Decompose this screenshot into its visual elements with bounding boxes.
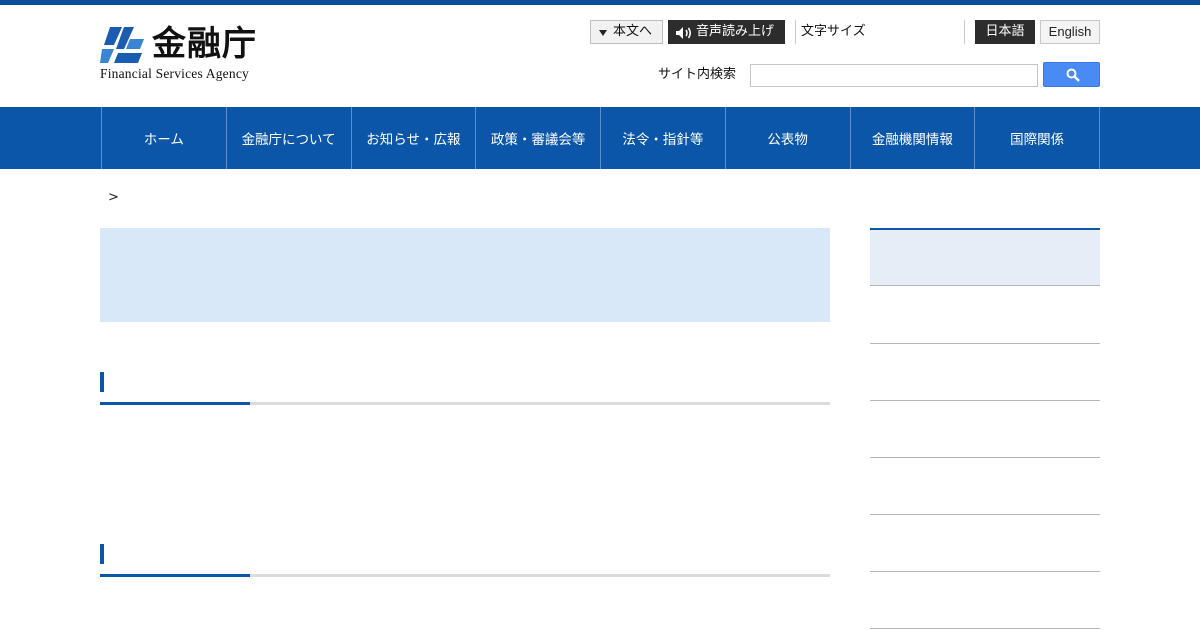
nav-item-publications[interactable]: 公表物 bbox=[726, 107, 851, 169]
triangle-down-icon bbox=[599, 30, 607, 36]
read-aloud-label: 音声読み上げ bbox=[696, 24, 775, 39]
section-heading-accent bbox=[100, 402, 250, 405]
sidebar-item-divider bbox=[870, 343, 1100, 344]
divider bbox=[964, 20, 965, 44]
lang-english-button[interactable]: English bbox=[1040, 20, 1100, 44]
top-accent-bar bbox=[0, 0, 1200, 5]
nav-item-news[interactable]: お知らせ・広報 bbox=[352, 107, 477, 169]
speaker-icon bbox=[676, 27, 692, 39]
logo-name-en: Financial Services Agency bbox=[100, 66, 249, 81]
sidebar-item-divider bbox=[870, 400, 1100, 401]
global-nav: ホーム 金融庁について お知らせ・広報 政策・審議会等 法令・指針等 公表物 金… bbox=[0, 107, 1200, 169]
fsa-logo-mark-icon bbox=[100, 27, 144, 63]
breadcrumb-separator: > bbox=[108, 190, 119, 205]
skip-to-content-button[interactable]: 本文へ bbox=[590, 20, 663, 44]
site-search-input[interactable] bbox=[750, 64, 1038, 87]
nav-item-home[interactable]: ホーム bbox=[102, 107, 227, 169]
nav-item-about[interactable]: 金融庁について bbox=[227, 107, 352, 169]
section-heading-marker bbox=[100, 544, 104, 564]
sidebar-item-divider bbox=[870, 514, 1100, 515]
nav-item-institutions[interactable]: 金融機関情報 bbox=[851, 107, 976, 169]
sidebar-item-divider bbox=[870, 628, 1100, 629]
skip-to-content-label: 本文へ bbox=[613, 24, 653, 39]
font-size-label: 文字サイズ bbox=[801, 24, 866, 39]
section-heading-marker bbox=[100, 372, 104, 392]
read-aloud-button[interactable]: 音声読み上げ bbox=[668, 20, 785, 44]
page-title-banner bbox=[100, 228, 830, 322]
sidebar-item-divider bbox=[870, 571, 1100, 572]
nav-item-policy[interactable]: 政策・審議会等 bbox=[476, 107, 601, 169]
search-button[interactable] bbox=[1043, 62, 1100, 87]
search-icon bbox=[1066, 68, 1080, 82]
site-search-label: サイト内検索 bbox=[658, 67, 737, 82]
sidebar-heading bbox=[870, 230, 1100, 286]
section-heading-accent bbox=[100, 574, 250, 577]
sidebar-item-divider bbox=[870, 457, 1100, 458]
lang-japanese-button[interactable]: 日本語 bbox=[975, 20, 1035, 44]
divider bbox=[795, 20, 796, 44]
nav-item-laws[interactable]: 法令・指針等 bbox=[601, 107, 726, 169]
site-logo[interactable]: 金融庁 Financial Services Agency bbox=[100, 22, 270, 84]
logo-name-ja: 金融庁 bbox=[152, 24, 257, 64]
nav-item-international[interactable]: 国際関係 bbox=[975, 107, 1100, 169]
